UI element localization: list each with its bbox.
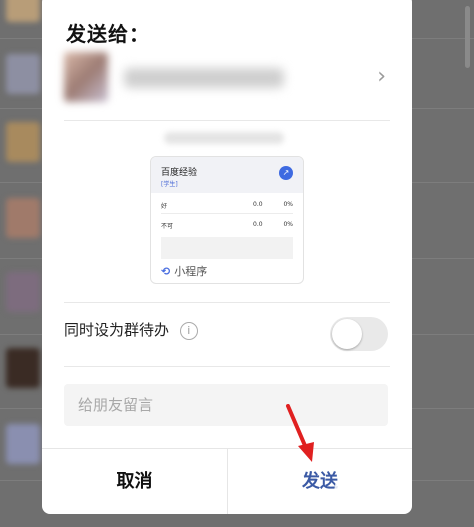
- info-icon[interactable]: i: [179, 321, 198, 340]
- group-todo-label: 同时设为群待办: [64, 321, 170, 339]
- recipient-name: [124, 68, 284, 88]
- card-row-percent: 0%: [283, 201, 293, 208]
- watermark-text: Bai: [332, 480, 372, 505]
- avatar: [6, 424, 40, 464]
- divider: [64, 302, 390, 303]
- card-row-value: 0.0: [253, 221, 263, 228]
- card-title: 百度经验: [161, 168, 198, 178]
- card-row: 不可 0.0 0%: [161, 221, 293, 233]
- scrollbar[interactable]: [465, 6, 470, 68]
- avatar: [6, 122, 40, 162]
- share-dialog: 发送给： › 百度经验 [学生] ↗ 好 0.0 0% 不可 0.0 0% ⟲ 小…: [42, 0, 412, 514]
- divider: [64, 120, 390, 121]
- card-row-label: 不可: [161, 223, 174, 230]
- card-row-value: 0.0: [253, 201, 263, 208]
- group-todo-toggle[interactable]: [330, 317, 388, 351]
- dialog-title: 发送给：: [66, 22, 150, 46]
- recipient-row[interactable]: ›: [64, 46, 388, 116]
- card-caption-blurred: [164, 132, 284, 144]
- group-todo-row: 同时设为群待办 i: [64, 319, 198, 340]
- message-input[interactable]: [64, 384, 388, 426]
- watermark-suffix: 经验: [371, 484, 404, 503]
- divider: [64, 366, 390, 367]
- mini-program-card: 百度经验 [学生] ↗ 好 0.0 0% 不可 0.0 0% ⟲ 小程序: [150, 156, 304, 284]
- watermark: Bai经验: [332, 480, 403, 505]
- chevron-right-icon: ›: [377, 64, 386, 89]
- avatar: [6, 54, 40, 94]
- toggle-knob: [332, 319, 362, 349]
- card-row: 好 0.0 0%: [161, 201, 293, 213]
- recipient-avatar: [64, 52, 108, 102]
- avatar: [6, 348, 40, 388]
- card-comment-area: [161, 237, 293, 259]
- avatar: [6, 0, 40, 22]
- mini-program-label: ⟲ 小程序: [161, 263, 207, 279]
- divider: [161, 213, 293, 214]
- card-row-label: 好: [161, 203, 168, 210]
- avatar: [6, 272, 40, 312]
- mini-program-text: 小程序: [174, 265, 208, 278]
- avatar: [6, 198, 40, 238]
- link-icon: ⟲: [161, 265, 171, 278]
- card-subtitle: [学生]: [161, 181, 178, 188]
- card-row-percent: 0%: [283, 221, 293, 228]
- red-arrow-annotation: [286, 404, 314, 462]
- share-icon: ↗: [279, 166, 293, 180]
- card-header: 百度经验 [学生] ↗: [151, 157, 303, 193]
- cancel-button[interactable]: 取消: [42, 449, 227, 514]
